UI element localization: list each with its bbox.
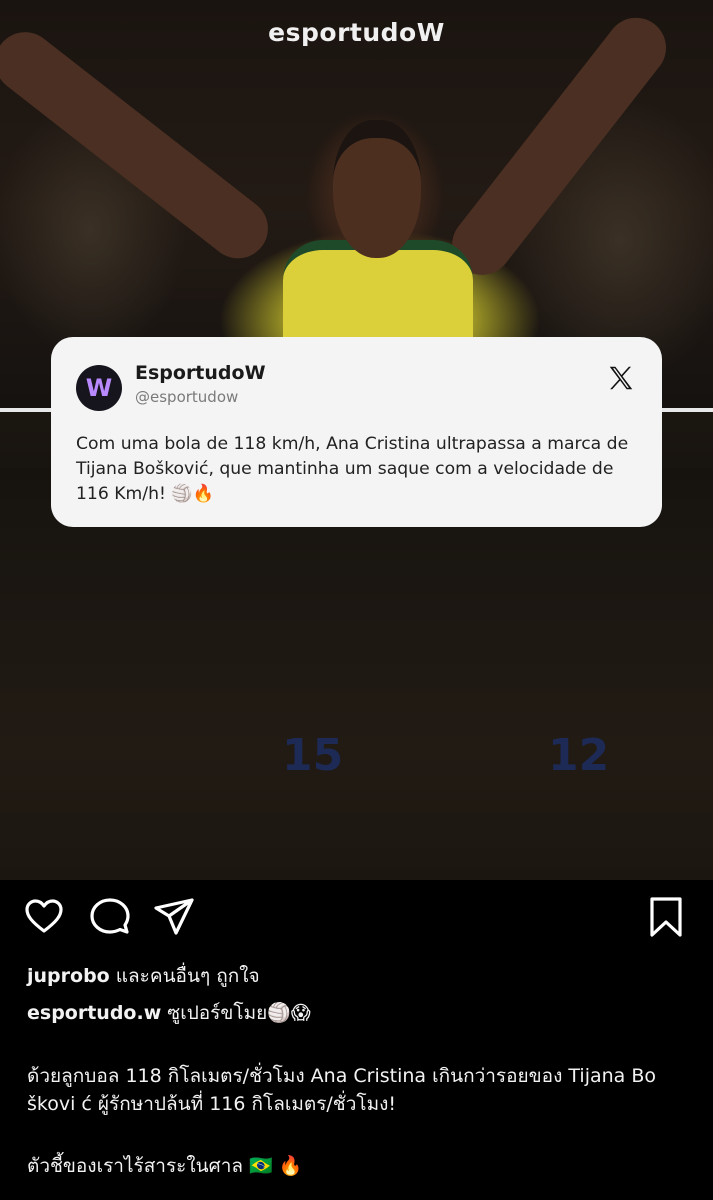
post-actions-bar — [0, 895, 713, 945]
x-logo-icon — [609, 366, 633, 390]
caption-first-line: esportudo.w ซูเปอร์ขโมย🏐😱 — [27, 999, 697, 1027]
bookmark-icon[interactable] — [644, 895, 688, 939]
post-image[interactable]: 15 12 esportudoW W EsportudoW @esportudo… — [0, 0, 713, 880]
player-arm-right — [440, 5, 679, 287]
brand-logo: esportudoW — [268, 18, 445, 47]
likes-text: และคนอื่นๆ ถูกใจ — [109, 965, 260, 987]
tweet-text: Com uma bola de 118 km/h, Ana Cristina u… — [76, 434, 629, 504]
tweet-author-name: EsportudoW — [135, 362, 266, 384]
tweet-author-handle: @esportudow — [135, 388, 239, 406]
likes-line: juprobo และคนอื่นๆ ถูกใจ — [27, 962, 697, 990]
heart-icon[interactable] — [22, 895, 66, 939]
jersey-number-15: 15 — [282, 730, 344, 781]
player-head — [333, 120, 421, 258]
caption-title: ซูเปอร์ขโมย🏐😱 — [161, 1002, 311, 1024]
caption-last-line: ตัวชี้ของเราไร้สาระในศาล 🇧🇷 🔥 — [27, 1155, 303, 1177]
send-icon[interactable] — [152, 895, 196, 939]
tweet-card: W EsportudoW @esportudow Com uma bola de… — [51, 337, 662, 527]
caption-paragraph: ด้วยลูกบอล 118 กิโลเมตร/ชั่วโมง Ana Cris… — [27, 1065, 657, 1115]
comment-icon[interactable] — [88, 895, 132, 939]
player-arm-left — [0, 20, 281, 271]
tweet-avatar: W — [76, 365, 122, 411]
jersey-number-12: 12 — [548, 730, 610, 781]
author-username[interactable]: esportudo.w — [27, 1002, 161, 1024]
liker-username[interactable]: juprobo — [27, 965, 110, 987]
